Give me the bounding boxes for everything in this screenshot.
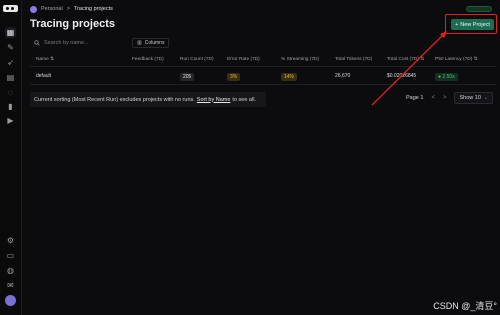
column-header-feedback[interactable]: Feedback (7D) [132,57,164,62]
user-avatar[interactable] [5,295,16,306]
cell-total-tokens: 26,670 [335,73,351,79]
column-header-run-count[interactable]: Run Count (7D) [180,57,214,62]
columns-label: Columns [144,40,165,46]
table-row[interactable]: default 205 3% 14% 26,670 $0.02026845 ● … [30,67,496,85]
watermark-text: CSDN @_清豆° [433,301,497,311]
breadcrumb-current: Tracing projects [73,6,113,12]
projects-table: Name ⇅ Feedback (7D) Run Count (7D) Erro… [30,54,496,85]
note-text: Current sorting (Most Recent Run) exclud… [34,96,195,103]
mail-icon[interactable]: ✉ [5,280,16,291]
sorting-note: Current sorting (Most Recent Run) exclud… [30,92,266,107]
table-header: Name ⇅ Feedback (7D) Run Count (7D) Erro… [30,54,496,67]
globe-icon[interactable]: ◍ [5,265,16,276]
cell-name[interactable]: default [36,73,51,79]
column-header-name[interactable]: Name ⇅ [36,57,54,62]
page-size-select[interactable]: Show 10 ⌄ [454,92,494,104]
play-icon[interactable]: ▶ [5,115,16,126]
search-input[interactable] [44,40,124,46]
page-label: Page 1 [406,95,424,101]
columns-button[interactable]: ▥ Columns [132,38,170,48]
column-header-error-rate[interactable]: Error Rate (7D) [227,57,260,62]
chat-icon[interactable]: ◌ [5,87,16,98]
column-header-total-tokens[interactable]: Total Tokens (7D) [335,57,372,62]
breadcrumb-workspace[interactable]: Personal [41,6,63,12]
breadcrumb-separator: > [66,6,70,12]
cell-p50-latency: ● 2.50s [435,73,458,81]
document-icon[interactable]: ▭ [5,250,16,261]
cell-streaming: 14% [281,73,298,81]
workspace-avatar [30,5,37,13]
grid-icon[interactable]: ▦ [5,27,16,38]
columns-icon: ▥ [137,40,142,46]
note-suffix: to see all. [232,96,256,103]
column-header-total-cost[interactable]: Total Cost (7D) ⇅ [387,57,424,62]
search-box [30,37,126,49]
column-header-streaming[interactable]: % Streaming (7D) [281,57,319,62]
pagination: Page 1 < > Show 10 ⌄ [406,92,494,104]
cell-error-rate: 3% [227,73,241,81]
page-size-label: Show 10 [459,95,481,101]
edit-icon[interactable]: ✎ [5,42,16,53]
sort-by-name-link[interactable]: Sort by Name [197,97,231,103]
database-icon[interactable]: ▤ [5,72,16,83]
annotation-highlight-box [445,14,497,34]
chevron-right-icon[interactable]: > [443,95,447,101]
page-title: Tracing projects [30,18,115,30]
chevron-left-icon[interactable]: < [431,95,435,101]
cell-total-cost: $0.02026845 [387,73,417,79]
status-badge: · [466,6,492,12]
search-icon [34,40,40,46]
breadcrumb: Personal > Tracing projects [30,4,113,14]
settings-icon[interactable]: ⚙ [5,235,16,246]
cell-run-count: 205 [180,73,195,81]
logo-icon[interactable] [3,5,18,12]
chevron-down-icon: ⌄ [483,95,489,101]
rocket-icon[interactable]: ➶ [5,57,16,68]
sidebar: ▦ ✎ ➶ ▤ ◌ ▮ ▶ ⚙ ▭ ◍ ✉ [0,0,22,315]
column-header-p50-latency[interactable]: P50 Latency (7D) ⇅ [435,57,478,62]
chart-icon[interactable]: ▮ [5,101,16,112]
